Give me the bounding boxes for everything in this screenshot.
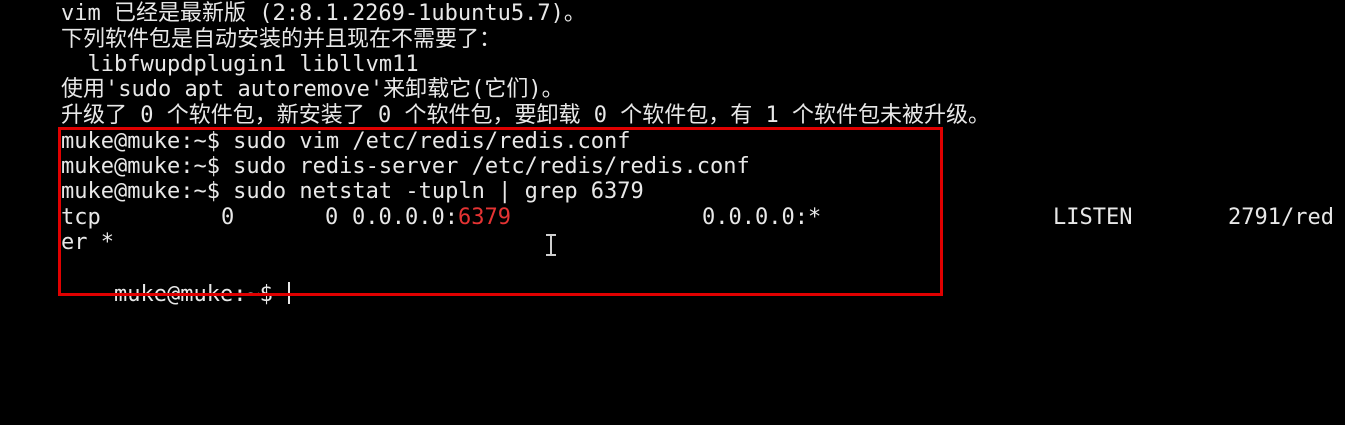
netstat-pid-program: 2791/red <box>1228 205 1334 230</box>
autoremove-hint-line: 使用'sudo apt autoremove'来卸载它(它们)。 <box>61 77 564 102</box>
upgrade-summary-line: 升级了 0 个软件包，新安装了 0 个软件包，要卸载 0 个软件包，有 1 个软… <box>61 103 990 128</box>
annotation-highlight-box <box>58 127 943 296</box>
netstat-state: LISTEN <box>1053 205 1133 230</box>
package-list-line: libfwupdplugin1 libllvm11 <box>61 52 419 77</box>
autoremove-notice-line: 下列软件包是自动安装的并且现在不需要了： <box>61 27 502 52</box>
vim-status-line: vim 已经是最新版 (2:8.1.2269-1ubuntu5.7)。 <box>61 1 586 26</box>
